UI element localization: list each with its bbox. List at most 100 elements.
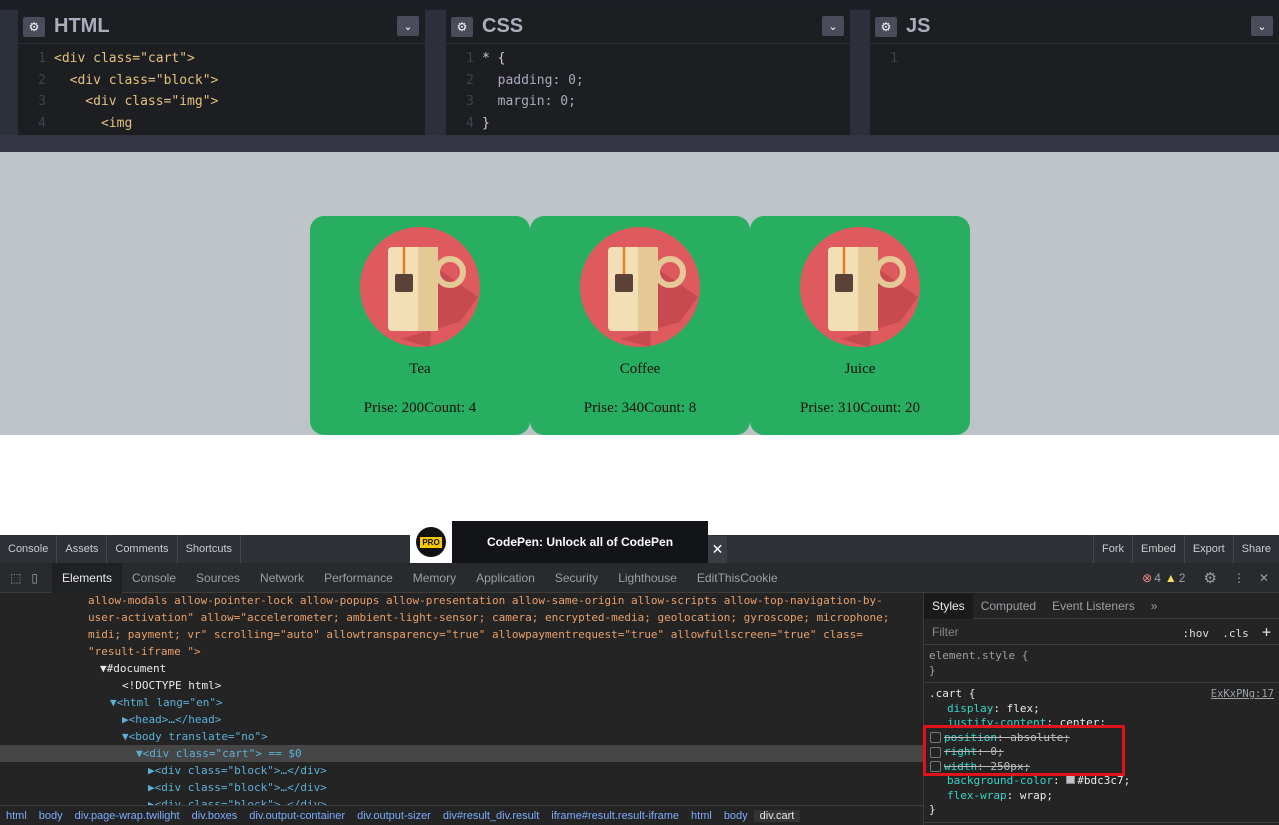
editor-resizer[interactable] <box>425 10 446 135</box>
chevron-down-icon[interactable]: ⌄ <box>822 16 844 36</box>
tab-security[interactable]: Security <box>545 563 608 593</box>
tab-lighthouse[interactable]: Lighthouse <box>608 563 687 593</box>
breadcrumb-item[interactable]: body <box>33 810 69 822</box>
tab-editthiscookie[interactable]: EditThisCookie <box>687 563 788 593</box>
property-name: flex-wrap <box>947 788 1007 802</box>
rule-source-link[interactable]: ExKxPNg:17 <box>1211 687 1274 702</box>
breadcrumb-item[interactable]: div.page-wrap.twilight <box>69 810 186 822</box>
chevron-down-icon[interactable]: ⌄ <box>1251 16 1273 36</box>
gear-icon[interactable]: ⚙ <box>451 16 473 37</box>
dom-node-line[interactable]: ▼<div class="cart"> == $0 <box>0 745 923 762</box>
styles-tab[interactable]: Styles <box>924 592 973 619</box>
breadcrumb-item[interactable]: body <box>718 810 754 822</box>
tab-console[interactable]: Console <box>122 563 186 593</box>
gear-icon[interactable]: ⚙ <box>875 16 897 37</box>
dom-node-line[interactable]: ▼<body translate="no"> <box>0 728 923 745</box>
error-count[interactable]: 4 <box>1154 571 1161 585</box>
close-icon[interactable]: ✕ <box>1253 571 1279 585</box>
styles-tab[interactable]: Computed <box>973 593 1044 619</box>
breadcrumb-item[interactable]: div.boxes <box>186 810 244 822</box>
styles-tab[interactable]: » <box>1143 593 1166 619</box>
css-property[interactable]: flex-wrap: wrap; <box>929 789 1274 804</box>
dom-node-line[interactable]: ▶<div class="block">…</div> <box>0 779 923 796</box>
js-editor[interactable]: ⚙ JS ⌄ 1 <box>870 10 1279 135</box>
tab-elements[interactable]: Elements <box>51 562 122 593</box>
tab-sources[interactable]: Sources <box>186 563 250 593</box>
product-name: Tea <box>409 361 431 377</box>
breadcrumb-item[interactable]: html <box>0 810 33 822</box>
cls-toggle[interactable]: .cls <box>1222 627 1249 640</box>
comments-button[interactable]: Comments <box>107 535 178 563</box>
product-card: Tea Prise: 200Count: 4 <box>310 216 530 435</box>
code-line: <img <box>54 115 133 131</box>
gear-icon[interactable]: ⚙ <box>23 16 45 37</box>
code-line: } <box>482 115 490 131</box>
assets-button[interactable]: Assets <box>57 535 108 563</box>
editor-title: JS <box>906 15 931 37</box>
styles-tab[interactable]: Event Listeners <box>1044 593 1143 619</box>
breadcrumb-item[interactable]: html <box>685 810 718 822</box>
filter-input[interactable]: Filter <box>932 625 959 639</box>
brace: } <box>929 803 936 816</box>
code-line: padding: 0; <box>482 72 584 88</box>
css-property[interactable]: display: flex; <box>929 702 1274 717</box>
property-value: wrap; <box>1019 788 1053 802</box>
breadcrumb-item[interactable]: div.output-container <box>243 810 351 822</box>
rule-selector: .cart { <box>929 687 976 700</box>
tab-memory[interactable]: Memory <box>403 563 466 593</box>
elements-tree[interactable]: allow-modals allow-pointer-lock allow-po… <box>0 592 923 811</box>
pro-promo[interactable]: PRO CodePen: Unlock all of CodePen <box>410 521 708 563</box>
breadcrumb-item[interactable]: div.output-sizer <box>351 810 437 822</box>
gear-icon[interactable]: ⚙ <box>1195 569 1224 587</box>
breadcrumb-item[interactable]: iframe#result.result-iframe <box>545 810 685 822</box>
warning-icon[interactable]: ▲ <box>1165 571 1177 585</box>
product-card: Juice Prise: 310Count: 20 <box>750 216 970 435</box>
tab-network[interactable]: Network <box>250 563 314 593</box>
breadcrumb-item[interactable]: div#result_div.result <box>437 810 545 822</box>
dom-node-line[interactable]: ▼<html lang="en"> <box>0 694 923 711</box>
export-button[interactable]: Export <box>1183 535 1233 563</box>
property-value: flex; <box>1006 701 1040 715</box>
html-editor[interactable]: ⚙ HTML ⌄ 1 <div class="cart"> 2 <div class=… <box>18 10 425 135</box>
dom-node-line[interactable]: "result-iframe "> <box>0 643 923 660</box>
tab-application[interactable]: Application <box>466 563 545 593</box>
dom-node-line[interactable]: midi; payment; vr" scrolling="auto" allo… <box>0 626 923 643</box>
code-line: <div class="cart"> <box>54 51 195 66</box>
breadcrumb-item[interactable]: div.cart <box>753 809 801 822</box>
more-icon[interactable]: ⋮ <box>1225 571 1253 585</box>
close-icon[interactable]: ✕ <box>708 536 727 563</box>
inspect-icon[interactable]: ⬚ <box>0 571 27 585</box>
editor-resizer[interactable] <box>850 10 870 135</box>
dom-node-line[interactable]: ▼#document <box>0 660 923 677</box>
color-swatch[interactable] <box>1066 775 1076 784</box>
chevron-down-icon[interactable]: ⌄ <box>397 16 419 36</box>
product-card: Coffee Prise: 340Count: 8 <box>530 216 750 435</box>
warning-count[interactable]: 2 <box>1179 571 1186 585</box>
dom-node-line[interactable]: user-activation" allow="accelerometer; a… <box>0 609 923 626</box>
editor-title: CSS <box>482 15 524 37</box>
new-rule-button[interactable]: + <box>1262 623 1271 641</box>
styles-pane: Styles Computed Event Listeners» Filter :ho… <box>923 592 1279 825</box>
css-editor[interactable]: ⚙ CSS ⌄ 1 * { 2 padding: 0; 3 margin: 0; 4} <box>446 10 850 135</box>
code-lines[interactable]: 1 <div class="cart"> 2 <div class="block"… <box>18 48 218 134</box>
product-info: Prise: 310Count: 20 <box>799 400 920 416</box>
share-button[interactable]: Share <box>1232 535 1279 563</box>
fork-button[interactable]: Fork <box>1092 535 1132 563</box>
dom-node-line[interactable]: ▶<head>…</head> <box>0 711 923 728</box>
css-property[interactable]: background-color: #bdc3c7; <box>929 774 1274 789</box>
highlight-box <box>923 725 1125 776</box>
dom-node-line[interactable]: <!DOCTYPE html> <box>0 677 923 694</box>
hov-toggle[interactable]: :hov <box>1182 627 1209 640</box>
code-lines[interactable]: 1 * { 2 padding: 0; 3 margin: 0; 4} <box>446 48 584 134</box>
error-icon[interactable]: ⊗ <box>1142 571 1152 585</box>
code-line: <div class="img"> <box>54 94 219 109</box>
dom-node-line[interactable]: ▶<div class="block">…</div> <box>0 762 923 779</box>
editor-resize-bar[interactable] <box>0 135 1279 152</box>
dom-node-line[interactable]: allow-modals allow-pointer-lock allow-po… <box>0 592 923 609</box>
device-toggle-icon[interactable]: ▯ <box>27 571 52 585</box>
tab-performance[interactable]: Performance <box>314 563 403 593</box>
embed-button[interactable]: Embed <box>1131 535 1184 563</box>
shortcuts-button[interactable]: Shortcuts <box>178 535 242 563</box>
editor-title: HTML <box>54 15 110 37</box>
console-button[interactable]: Console <box>0 535 58 563</box>
